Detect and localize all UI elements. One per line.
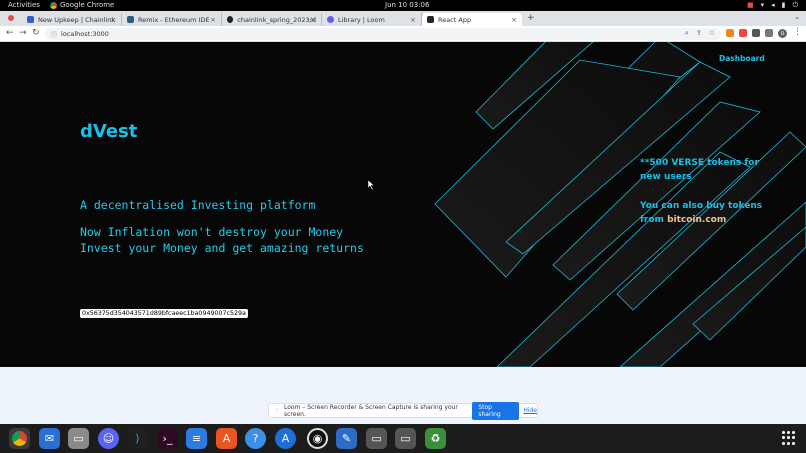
trash-icon[interactable]: ♻ [425,428,446,449]
wallet-address-button[interactable]: 0x56375d354043571d89bfcaeec1ba0949007c52… [80,309,248,318]
tab-react-app[interactable]: React App × [422,13,522,26]
discord-icon[interactable]: ☺ [98,428,119,449]
close-icon[interactable]: × [511,16,517,24]
promo-line: new users [640,172,692,182]
puzzle-icon[interactable] [752,29,760,37]
dashboard-link[interactable]: Dashboard [719,54,765,63]
clock[interactable]: Jun 10 03:06 [385,1,429,9]
app-menu[interactable]: Google Chrome [50,1,114,9]
vscode-icon[interactable]: ⟩ [127,428,148,449]
tab-remix[interactable]: Remix - Ethereum IDE × [122,13,222,26]
app-center-icon[interactable]: A [216,428,237,449]
back-icon[interactable]: ← [6,28,14,38]
extension-icon[interactable] [739,29,747,37]
docs-icon[interactable]: ≡ [186,428,207,449]
tab-loom-library[interactable]: Library | Loom × [322,13,422,26]
loom-icon [327,16,334,23]
tab-label: React App [438,15,472,24]
promo-buy-line: You can also buy tokens [640,201,763,211]
react-icon [427,16,434,23]
files-icon[interactable]: ▭ [68,428,89,449]
close-icon[interactable]: × [110,16,116,24]
drive-icon[interactable]: ▭ [395,428,416,449]
text-editor-icon[interactable]: ✎ [336,428,357,449]
tab-search-icon[interactable]: ⌄ [794,13,800,21]
avatar[interactable]: U [778,29,787,38]
app-store-icon[interactable]: A [275,428,296,449]
forward-icon[interactable]: → [19,28,27,38]
metamask-icon[interactable] [726,29,734,37]
battery-icon: ▮ [781,1,786,9]
promo-tokens: **500 VERSE tokens for new users [640,156,780,184]
tab-label: Remix - Ethereum IDE [138,15,210,24]
drive-icon[interactable]: ▭ [366,428,387,449]
stop-sharing-button[interactable]: Stop sharing [472,401,520,420]
address-bar[interactable]: ⓘ localhost:3000 ⌕ ⇪ ☆ [45,28,721,40]
tab-label: Library | Loom [338,15,385,24]
promo-buy: You can also buy tokens from bitcoin.com [640,199,790,227]
tab-strip: New Upkeep | Chainlink × Remix - Ethereu… [0,11,806,26]
chainlink-icon [27,16,34,23]
chrome-icon [50,1,57,9]
system-top-bar: Activities Google Chrome Jun 10 03:06 ■ … [0,0,806,11]
terminal-icon[interactable]: ›_ [157,428,178,449]
remix-icon [127,16,134,23]
tab-github[interactable]: chainlink_spring_2023/d × [222,13,322,26]
new-tab-button[interactable]: + [527,13,535,23]
sidepanel-icon[interactable] [765,29,773,37]
promo-buy-line2: from bitcoin.com [640,213,790,227]
menu-icon[interactable]: ⋮ [793,27,802,37]
dock: ✉ ▭ ☺ ⟩ ›_ ≡ A ? A ◉ ✎ ▭ ▭ ♻ [0,424,806,453]
record-indicator-icon: ■ [746,1,754,9]
bitcoin-link[interactable]: bitcoin.com [667,215,726,225]
tab-label: chainlink_spring_2023/d [237,15,316,24]
url-text: localhost:3000 [61,30,109,38]
hero-claim-line: Invest your Money and get amazing return… [80,241,364,255]
chrome-icon[interactable] [9,428,30,449]
app-name: Google Chrome [60,1,115,9]
mouse-cursor-icon [368,180,375,190]
share-icon[interactable]: ⇪ [696,29,702,38]
obs-icon[interactable]: ◉ [307,428,328,449]
browser-toolbar: ← → ↻ ⓘ localhost:3000 ⌕ ⇪ ☆ U ⋮ [0,26,806,42]
volume-icon: ◂ [771,1,775,9]
hero-claim-line: Now Inflation won't destroy your Money [80,225,344,239]
tab-label: New Upkeep | Chainlink [38,15,116,24]
hide-button[interactable]: Hide [523,407,537,414]
zoom-icon[interactable]: ⌕ [685,29,689,38]
close-icon[interactable]: × [210,16,216,24]
help-icon[interactable]: ? [245,428,266,449]
close-icon[interactable]: × [310,16,316,24]
brand-logo[interactable]: dVest [80,121,137,142]
drag-handle-icon[interactable]: ⋮ [274,407,280,414]
tab-chainlink-upkeep[interactable]: New Upkeep | Chainlink × [22,13,122,26]
system-tray[interactable]: ■ ▾ ◂ ▮ ⏻ [747,1,798,10]
recording-icon [8,15,14,21]
activities-button[interactable]: Activities [8,1,40,9]
page-hero: Dashboard dVest A decentralised Investin… [0,42,806,367]
show-apps-icon[interactable] [782,431,796,445]
github-icon [227,16,234,23]
screen-share-notification: ⋮ Loom – Screen Recorder & Screen Captur… [268,401,538,420]
close-icon[interactable]: × [410,16,416,24]
share-message: Loom – Screen Recorder & Screen Capture … [284,403,458,418]
wifi-icon: ▾ [760,1,765,9]
bookmark-star-icon[interactable]: ☆ [709,29,715,38]
reload-icon[interactable]: ↻ [32,28,40,38]
thunderbird-icon[interactable]: ✉ [39,428,60,449]
promo-buy-prefix: from [640,215,668,225]
info-icon: ⓘ [51,31,58,39]
hero-tagline: A decentralised Investing platform [80,198,316,212]
promo-line: **500 VERSE tokens for [640,158,759,168]
power-icon: ⏻ [792,1,798,9]
